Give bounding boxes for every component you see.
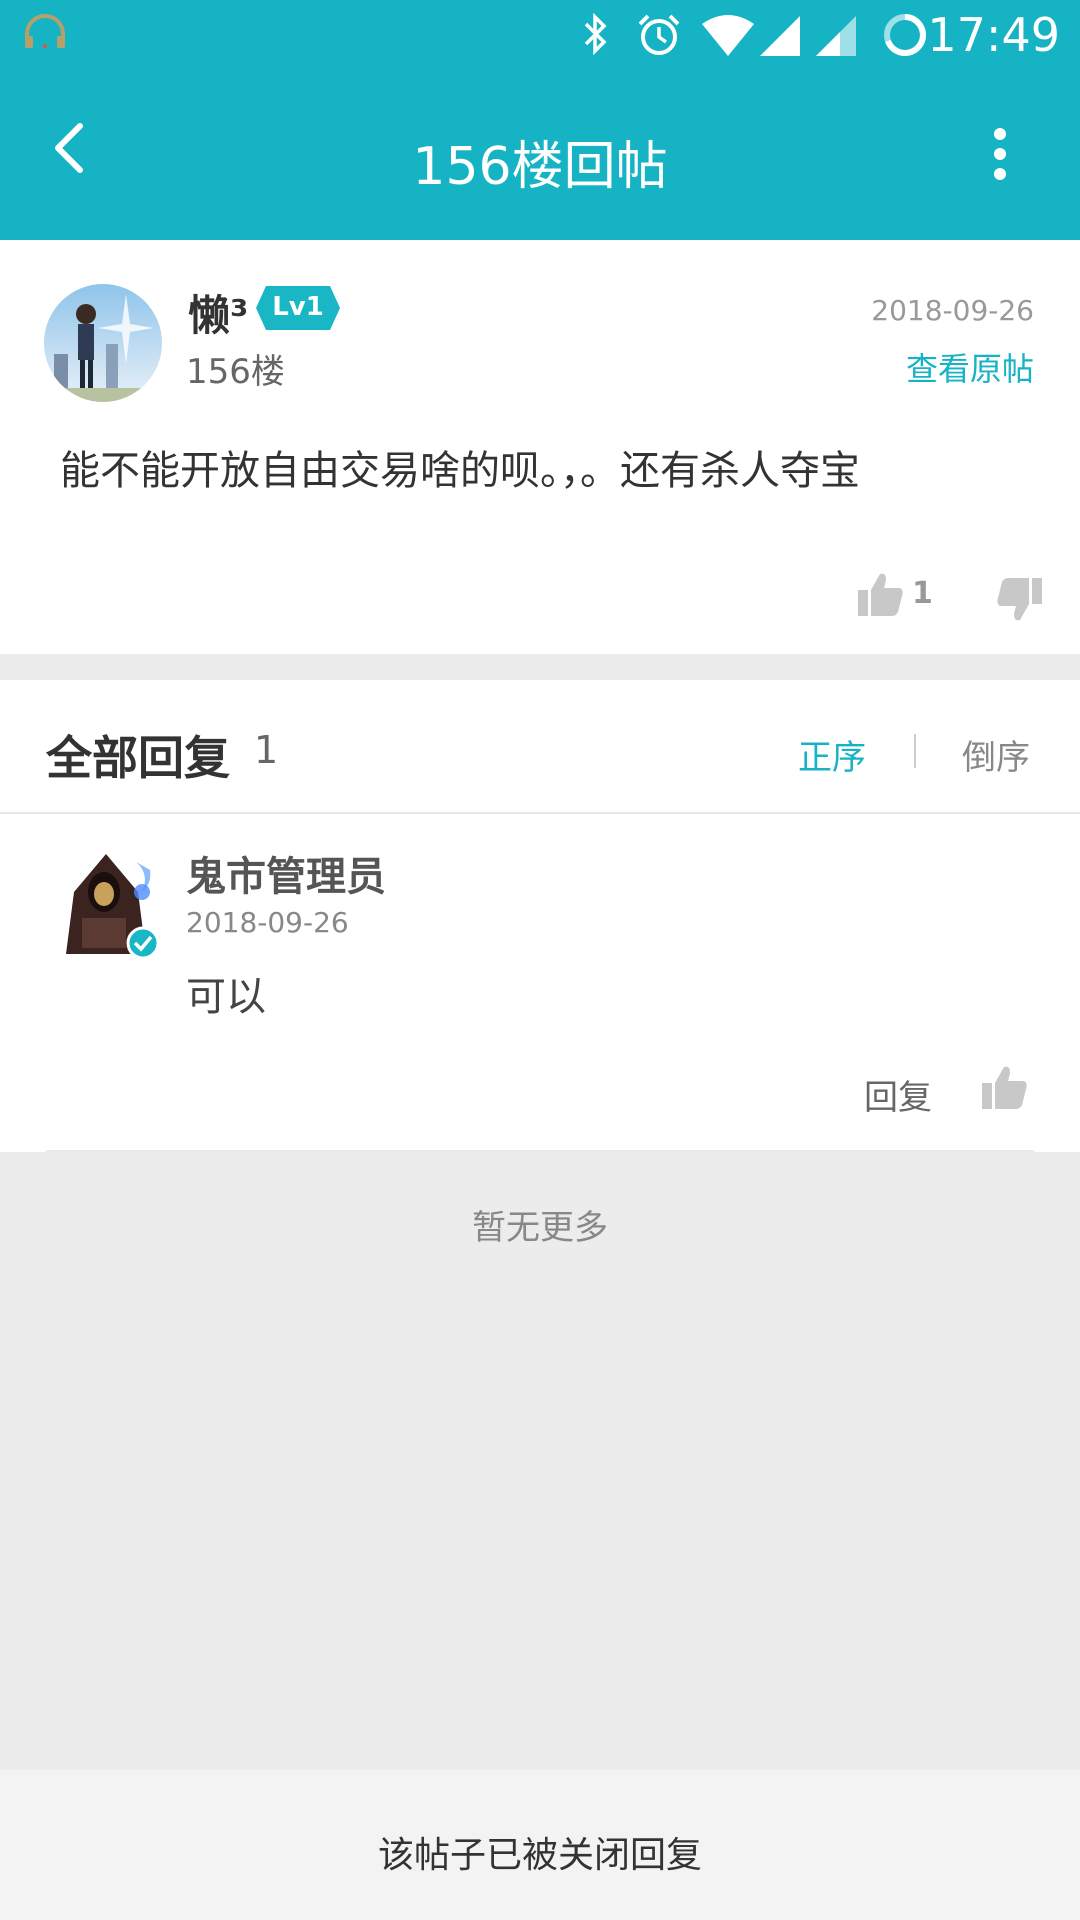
- post-date: 2018-09-26: [871, 294, 1034, 327]
- reply-author-name[interactable]: 鬼市管理员: [186, 844, 386, 902]
- post-author-name[interactable]: 懒³: [188, 282, 248, 343]
- no-more-text: 暂无更多: [472, 1208, 608, 1248]
- reply-date: 2018-09-26: [186, 906, 349, 939]
- all-replies-title: 全部回复: [46, 731, 230, 785]
- bottom-bar: 该帖子已被关闭回复: [0, 1770, 1080, 1920]
- alarm-icon: [638, 14, 680, 55]
- wifi-icon: [702, 15, 754, 56]
- reply-item: 鬼市管理员 2018-09-26 可以 回复: [0, 814, 1080, 1152]
- thumbs-down-icon[interactable]: [994, 576, 1044, 624]
- like-count: 1: [912, 576, 933, 611]
- view-original-link[interactable]: 查看原帖: [906, 344, 1034, 390]
- post-floor: 156楼: [186, 352, 285, 392]
- app-header: 17:49 156楼回帖: [0, 0, 1080, 240]
- thumbs-up-icon[interactable]: [856, 570, 906, 618]
- thumbs-up-icon[interactable]: [980, 1062, 1030, 1112]
- divider: [46, 1150, 1034, 1152]
- bluetooth-icon: [584, 12, 607, 56]
- nav-bar: 156楼回帖: [0, 74, 1080, 240]
- reply-button[interactable]: 回复: [864, 1070, 932, 1119]
- post-content: 能不能开放自由交易啥的呗。，。还有杀人夺宝: [60, 448, 860, 494]
- author-avatar-image: [44, 284, 162, 402]
- verified-badge-icon: [126, 926, 160, 960]
- replies-header: 全部回复 1 正序 倒序: [0, 680, 1080, 814]
- headset-icon: [25, 14, 65, 48]
- page-title: 156楼回帖: [412, 137, 668, 197]
- avatar[interactable]: [52, 848, 160, 960]
- signal-icon-2: [816, 16, 856, 56]
- status-time: 17:49: [927, 8, 1060, 62]
- reply-content: 可以: [186, 974, 266, 1020]
- signal-icon: [760, 16, 800, 56]
- replies-count: 1: [254, 728, 279, 772]
- post-card: 懒³ Lv1 156楼 2018-09-26 查看原帖 能不能开放自由交易啥的呗…: [0, 240, 1080, 654]
- level-badge: Lv1: [256, 286, 340, 330]
- sort-divider: [914, 734, 916, 768]
- replies-closed-notice: 该帖子已被关闭回复: [377, 1835, 702, 1876]
- battery-ring-icon: [884, 14, 926, 56]
- sort-ascending-tab[interactable]: 正序: [798, 730, 866, 779]
- sort-descending-tab[interactable]: 倒序: [962, 730, 1030, 779]
- status-bar: 17:49: [0, 0, 1080, 74]
- more-vertical-icon[interactable]: [980, 126, 1020, 182]
- level-badge-label: Lv1: [272, 292, 324, 322]
- avatar[interactable]: [44, 284, 162, 402]
